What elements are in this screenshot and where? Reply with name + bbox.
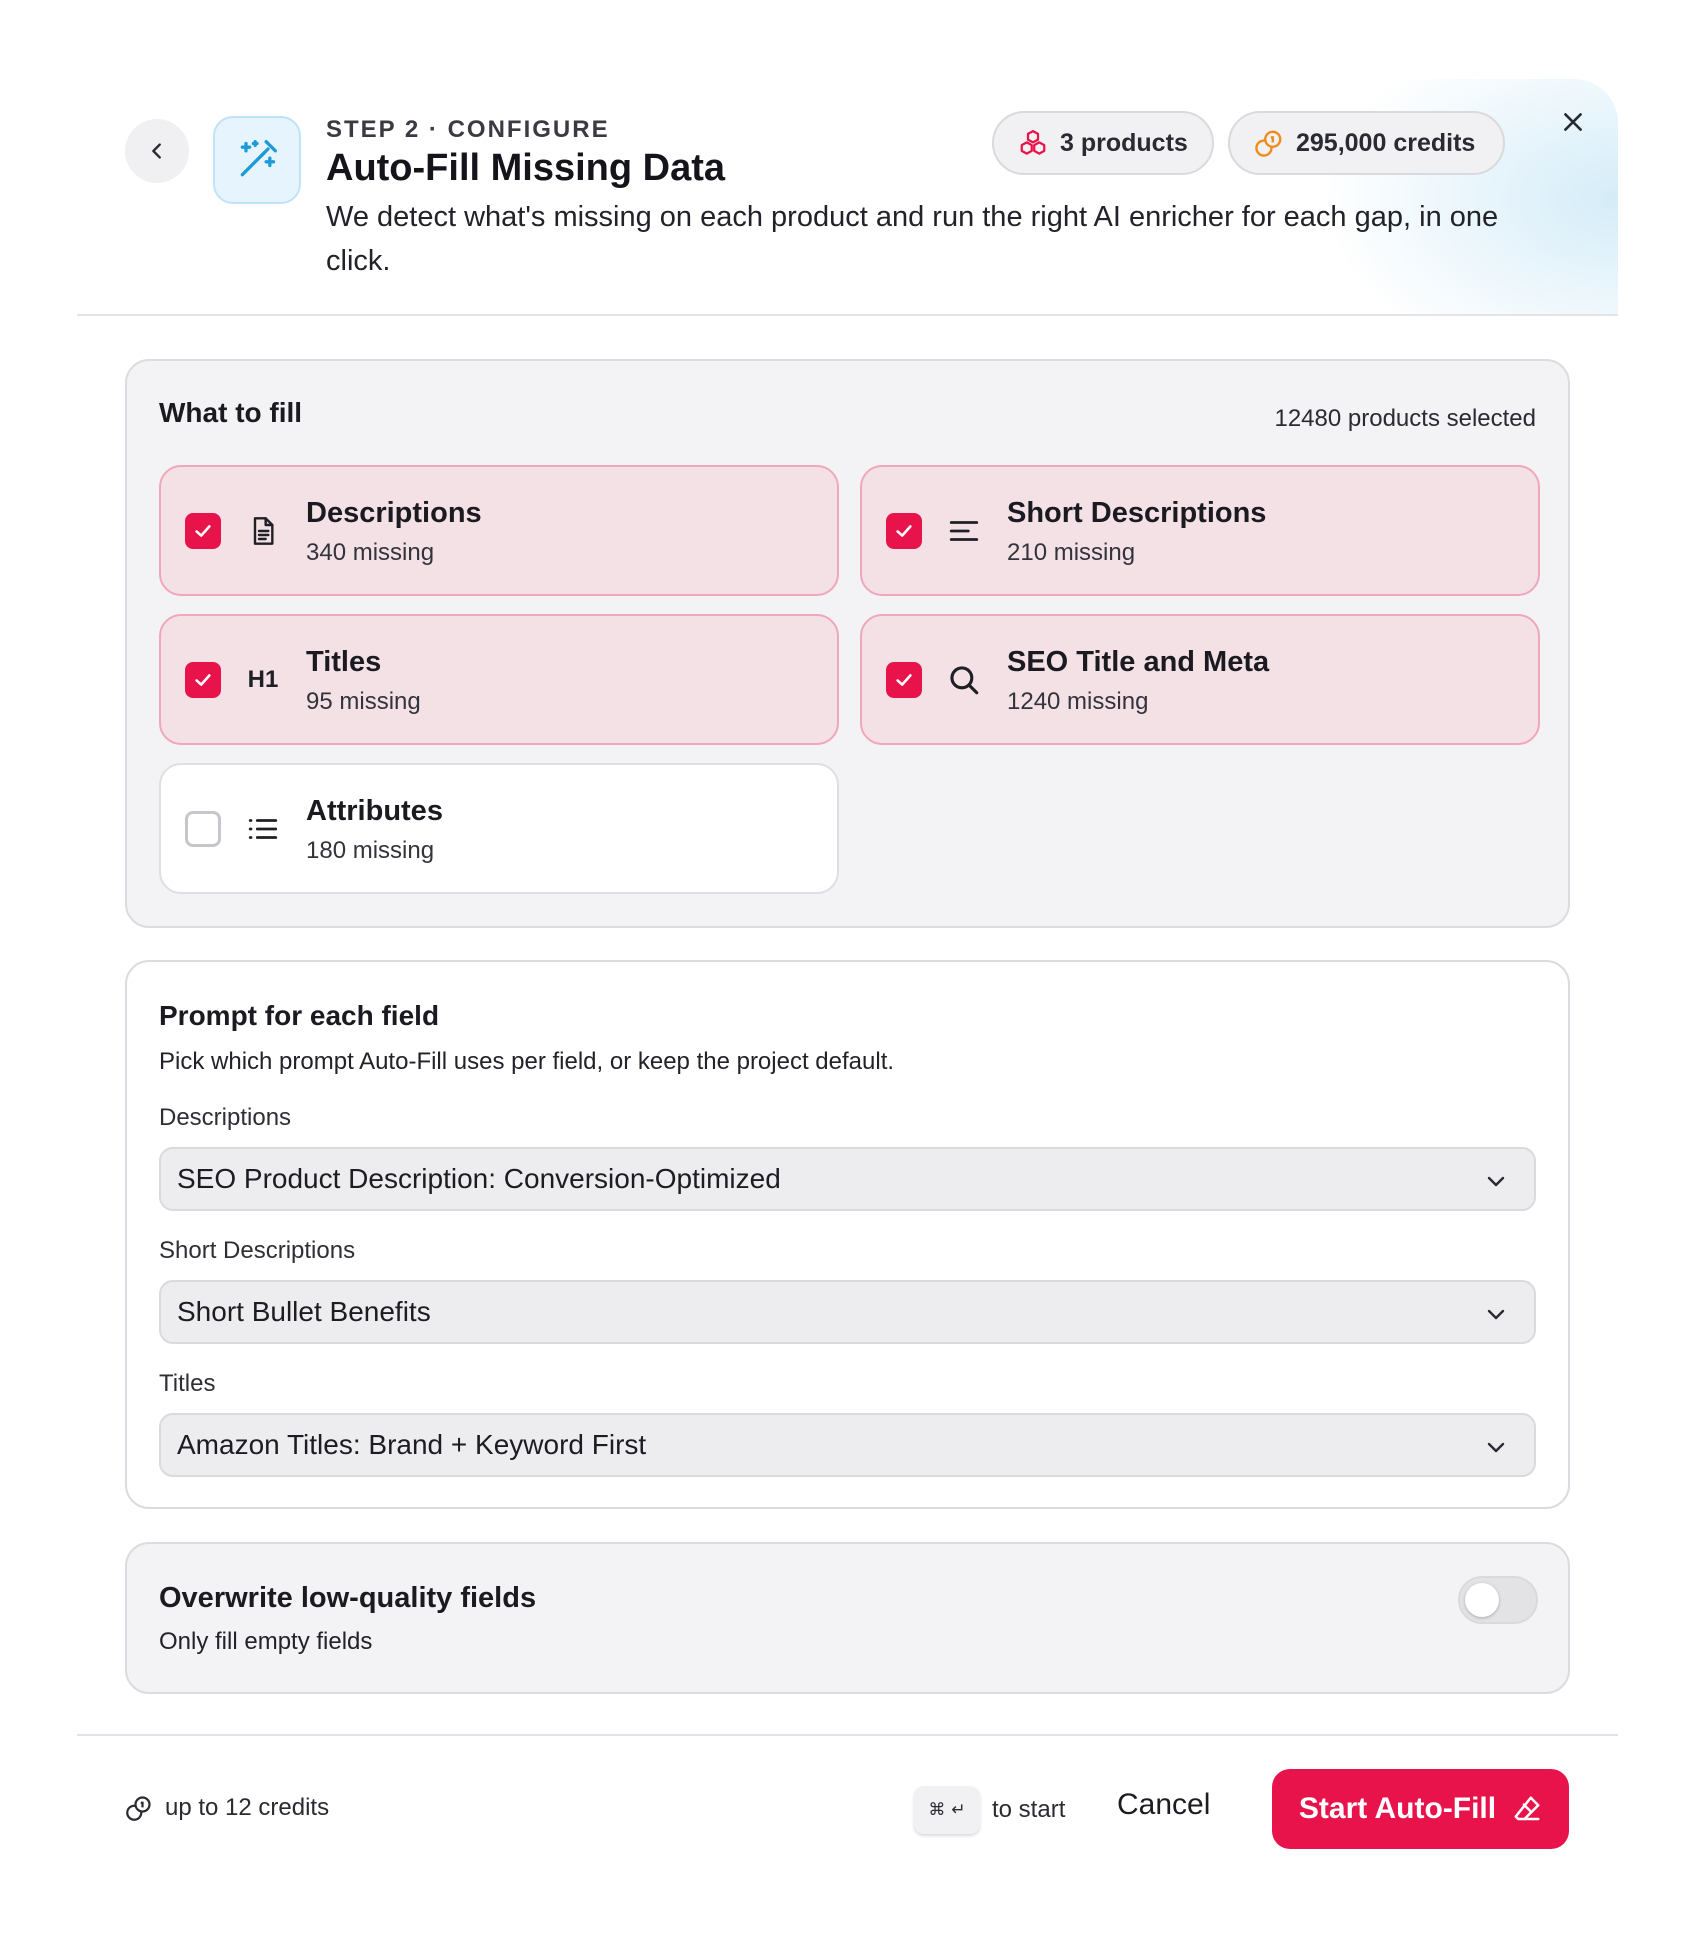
checkbox-descriptions[interactable] <box>185 513 221 549</box>
field-missing-count: 180 missing <box>306 837 435 864</box>
keyboard-shortcut-badge: ⌘ ↵ <box>914 1786 980 1834</box>
checkbox-attributes[interactable] <box>185 811 221 847</box>
checkmark-icon <box>195 525 211 537</box>
prompt-section: Prompt for each field Pick which prompt … <box>125 960 1570 1509</box>
checkmark-icon <box>195 674 211 686</box>
checkbox-titles[interactable] <box>185 662 221 698</box>
prompt-section-subtitle: Pick which prompt Auto-Fill uses per fie… <box>159 1048 895 1075</box>
checkmark-icon <box>896 674 912 686</box>
select-short-descriptions-prompt[interactable]: Short Bullet Benefits <box>159 1280 1536 1344</box>
list-icon <box>243 809 283 849</box>
what-to-fill-title: What to fill <box>159 397 303 428</box>
magic-wand-badge <box>213 116 301 204</box>
cancel-button[interactable]: Cancel <box>1117 1788 1210 1822</box>
toggle-knob <box>1465 1583 1499 1617</box>
shortcut-hint: to start <box>992 1796 1066 1823</box>
magic-wand-icon <box>240 140 277 177</box>
checkmark-icon <box>896 525 912 537</box>
what-to-fill-section: What to fill 12480 products selected Des… <box>125 359 1570 928</box>
overwrite-subtitle: Only fill empty fields <box>159 1628 373 1655</box>
document-icon <box>243 511 283 551</box>
prompt-section-title: Prompt for each field <box>159 1000 440 1031</box>
modal-header: STEP 2 · CONFIGURE Auto-Fill Missing Dat… <box>77 79 1618 316</box>
close-icon <box>1564 113 1582 131</box>
modal-description: We detect what's missing on each product… <box>326 201 1499 277</box>
search-icon <box>944 660 984 700</box>
back-button[interactable] <box>125 119 189 183</box>
field-name: Short Descriptions <box>1007 497 1267 529</box>
eraser-icon <box>1514 1796 1540 1821</box>
products-cubes-icon <box>1020 130 1046 155</box>
select-label-titles: Titles <box>159 1370 216 1397</box>
modal-title: Auto-Fill Missing Data <box>326 147 725 189</box>
align-left-icon <box>944 511 984 551</box>
field-missing-count: 210 missing <box>1007 539 1136 566</box>
select-titles-prompt[interactable]: Amazon Titles: Brand + Keyword First <box>159 1413 1536 1477</box>
select-value: SEO Product Description: Conversion-Opti… <box>177 1163 781 1194</box>
coins-icon <box>1255 130 1282 157</box>
products-count: 3 products <box>1060 128 1188 157</box>
coins-icon <box>126 1796 151 1821</box>
field-name: Titles <box>306 646 382 678</box>
overwrite-title: Overwrite low-quality fields <box>159 1582 537 1614</box>
overwrite-toggle[interactable] <box>1458 1576 1538 1624</box>
chevron-down-icon <box>1487 1442 1505 1453</box>
credits-pill: 295,000 credits <box>1228 111 1505 175</box>
close-button[interactable] <box>1553 102 1593 142</box>
start-button-label: Start Auto-Fill <box>1298 1792 1497 1825</box>
checkbox-seo-title-meta[interactable] <box>886 662 922 698</box>
field-card-short-descriptions[interactable]: Short Descriptions 210 missing <box>860 465 1540 596</box>
checkbox-short-descriptions[interactable] <box>886 513 922 549</box>
select-descriptions-prompt[interactable]: SEO Product Description: Conversion-Opti… <box>159 1147 1536 1211</box>
field-card-attributes[interactable]: Attributes 180 missing <box>159 763 839 894</box>
field-missing-count: 1240 missing <box>1007 688 1149 715</box>
field-card-titles[interactable]: H1 Titles 95 missing <box>159 614 839 745</box>
select-value: Short Bullet Benefits <box>177 1296 431 1327</box>
credits-estimate: up to 12 credits <box>125 1794 329 1822</box>
auto-fill-modal: STEP 2 · CONFIGURE Auto-Fill Missing Dat… <box>77 79 1618 1880</box>
heading-icon: H1 <box>247 666 279 693</box>
field-name: Attributes <box>306 795 443 827</box>
select-label-short-descriptions: Short Descriptions <box>159 1237 356 1264</box>
products-selected-count: 12480 products selected <box>1274 405 1536 432</box>
products-pill: 3 products <box>992 111 1214 175</box>
field-name: SEO Title and Meta <box>1007 646 1270 678</box>
field-name: Descriptions <box>306 497 482 529</box>
overwrite-section: Overwrite low-quality fields Only fill e… <box>125 1542 1570 1694</box>
modal-footer: up to 12 credits ⌘ ↵ to start Cancel Sta… <box>77 1734 1618 1880</box>
field-card-descriptions[interactable]: Descriptions 340 missing <box>159 465 839 596</box>
field-card-seo-title-meta[interactable]: SEO Title and Meta 1240 missing <box>860 614 1540 745</box>
credits-estimate-text: up to 12 credits <box>165 1794 330 1821</box>
chevron-left-icon <box>152 143 161 159</box>
start-auto-fill-button[interactable]: Start Auto-Fill <box>1272 1769 1569 1849</box>
field-missing-count: 95 missing <box>306 688 421 715</box>
field-missing-count: 340 missing <box>306 539 435 566</box>
chevron-down-icon <box>1487 1176 1505 1187</box>
credits-balance: 295,000 credits <box>1296 128 1476 157</box>
command-key-icon: ⌘ <box>928 1800 946 1820</box>
select-value: Amazon Titles: Brand + Keyword First <box>177 1429 647 1460</box>
chevron-down-icon <box>1487 1309 1505 1320</box>
enter-key-icon: ↵ <box>951 1800 966 1820</box>
step-label: STEP 2 · CONFIGURE <box>326 116 610 143</box>
select-label-descriptions: Descriptions <box>159 1104 292 1131</box>
